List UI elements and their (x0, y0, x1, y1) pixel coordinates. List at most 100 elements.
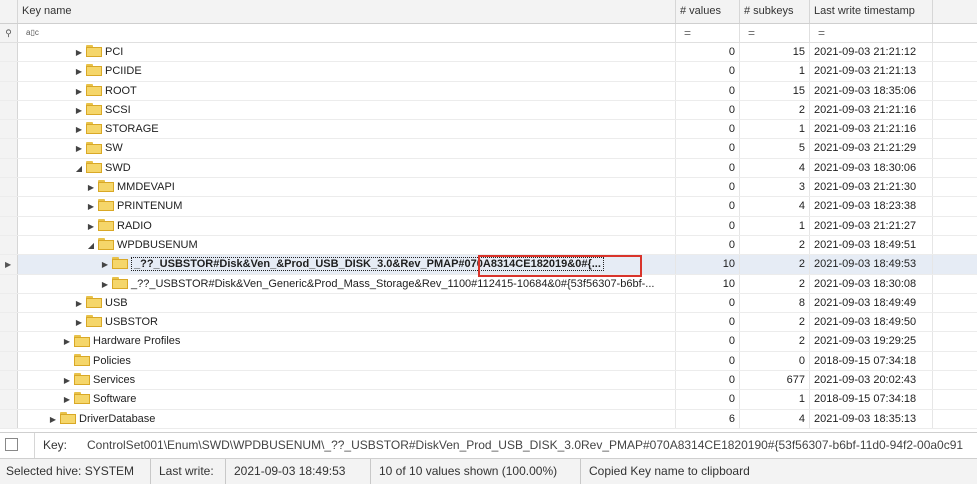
key-name-cell[interactable]: ▶ _??_USBSTOR#Disk&Ven_Generic&Prod_Mass_… (18, 274, 676, 293)
tree-row[interactable]: ▶ STORAGE 0 1 2021-09-03 21:21:16 (0, 120, 977, 140)
row-indicator (0, 313, 18, 332)
filter-values[interactable]: = (676, 24, 740, 42)
key-name-cell[interactable]: ▶ PCIIDE (18, 62, 676, 81)
tree-row[interactable]: ▶ USBSTOR 0 2 2021-09-03 18:49:50 (0, 313, 977, 333)
expand-arrow-icon[interactable]: ▶ (86, 217, 96, 235)
expand-arrow-icon[interactable]: ▶ (74, 43, 84, 61)
collapse-arrow-icon[interactable]: ◢ (86, 236, 96, 254)
key-checkbox[interactable] (5, 438, 18, 451)
tree-row[interactable]: ▶ Services 0 677 2021-09-03 20:02:43 (0, 371, 977, 391)
expand-arrow-icon[interactable]: ▶ (48, 410, 58, 428)
tree-row[interactable]: Policies 0 0 2018-09-15 07:34:18 (0, 351, 977, 372)
subkeys-cell: 1 (740, 390, 810, 409)
key-name-cell[interactable]: ▶ Hardware Profiles (18, 332, 676, 351)
key-name-cell[interactable]: ▶ USB (18, 293, 676, 313)
key-name-cell[interactable]: ▶ USBSTOR (18, 313, 676, 332)
expand-arrow-icon[interactable]: ▶ (74, 294, 84, 312)
key-name-cell[interactable]: ▶ Software (18, 390, 676, 409)
values-cell: 0 (676, 81, 740, 100)
folder-icon (98, 238, 114, 251)
key-name-cell[interactable]: ▶ SCSI (18, 100, 676, 120)
column-key-name[interactable]: Key name (18, 0, 676, 23)
column-values[interactable]: # values (676, 0, 740, 23)
subkeys-cell: 15 (740, 81, 810, 100)
key-name-cell[interactable]: ▶ RADIO (18, 216, 676, 235)
tree-row[interactable]: ▶ DriverDatabase 6 4 2021-09-03 18:35:13 (0, 409, 977, 429)
key-name-cell[interactable]: ▶ SW (18, 139, 676, 158)
expand-arrow-icon[interactable]: ▶ (86, 197, 96, 215)
folder-icon (86, 141, 102, 154)
subkeys-cell: 2 (740, 100, 810, 120)
column-timestamp[interactable]: Last write timestamp (810, 0, 933, 23)
key-path-value[interactable]: ControlSet001\Enum\SWD\WPDBUSENUM\_??_US… (87, 433, 963, 458)
key-name-cell[interactable]: ▶ DriverDatabase (18, 409, 676, 428)
expand-arrow-icon[interactable]: ▶ (74, 82, 84, 100)
key-name-cell[interactable]: ▶ ROOT (18, 81, 676, 100)
subkeys-cell: 4 (740, 409, 810, 428)
folder-icon (60, 411, 76, 424)
column-subkeys[interactable]: # subkeys (740, 0, 810, 23)
key-name-cell[interactable]: ◢ WPDBUSENUM (18, 235, 676, 255)
expand-arrow-icon[interactable]: ▶ (62, 390, 72, 408)
subkeys-cell: 3 (740, 178, 810, 197)
tree-row[interactable]: ▶ ROOT 0 15 2021-09-03 18:35:06 (0, 81, 977, 101)
values-cell: 0 (676, 139, 740, 158)
expand-arrow-icon[interactable]: ▶ (62, 371, 72, 389)
subkeys-cell: 1 (740, 120, 810, 139)
tree-row[interactable]: ▶ Software 0 1 2018-09-15 07:34:18 (0, 390, 977, 410)
tree-row[interactable]: ▶ MMDEVAPI 0 3 2021-09-03 21:21:30 (0, 178, 977, 198)
tree-row[interactable]: ▶ SW 0 5 2021-09-03 21:21:29 (0, 139, 977, 159)
filter-key-name[interactable] (18, 24, 676, 42)
expand-arrow-icon[interactable]: ▶ (100, 255, 110, 273)
filter-pin-icon[interactable]: ⚲ (0, 24, 18, 42)
key-name-cell[interactable]: Policies (18, 351, 676, 371)
tree-row[interactable]: ▶ PCI 0 15 2021-09-03 21:21:12 (0, 43, 977, 63)
filter-timestamp[interactable]: = (810, 24, 933, 42)
expand-arrow-icon[interactable]: ▶ (100, 275, 110, 293)
key-name-cell[interactable]: ◢ SWD (18, 158, 676, 178)
row-indicator (0, 43, 18, 62)
tree-row[interactable]: ▶ _??_USBSTOR#Disk&Ven_Generic&Prod_Mass_… (0, 274, 977, 294)
folder-icon (98, 180, 114, 193)
timestamp-cell: 2021-09-03 19:29:25 (810, 332, 933, 351)
tree-row[interactable]: ◢ WPDBUSENUM 0 2 2021-09-03 18:49:51 (0, 235, 977, 256)
values-cell: 0 (676, 197, 740, 216)
key-name-cell[interactable]: ▶ STORAGE (18, 120, 676, 139)
row-indicator (0, 332, 18, 351)
key-name-cell[interactable]: ▶ PCI (18, 43, 676, 62)
values-cell: 0 (676, 351, 740, 371)
tree-row[interactable]: ▶ USB 0 8 2021-09-03 18:49:49 (0, 293, 977, 314)
folder-icon (86, 102, 102, 115)
expand-arrow-icon[interactable]: ▶ (74, 101, 84, 119)
expand-arrow-icon[interactable]: ▶ (74, 139, 84, 157)
folder-icon (86, 45, 102, 58)
key-name-label: MMDEVAPI (117, 181, 175, 194)
subkeys-cell: 2 (740, 235, 810, 255)
filter-subkeys[interactable]: = (740, 24, 810, 42)
subkeys-cell: 2 (740, 332, 810, 351)
tree-row[interactable]: ▶ Hardware Profiles 0 2 2021-09-03 19:29:25 (0, 332, 977, 352)
key-name-label: PCIIDE (105, 65, 142, 78)
key-name-cell[interactable]: ▶ _??_USBSTOR#Disk&Ven_&Prod_USB_DISK_3.0… (18, 255, 676, 274)
key-name-label: ROOT (105, 84, 137, 97)
subkeys-cell: 1 (740, 62, 810, 81)
row-indicator (0, 235, 18, 255)
tree-row[interactable]: ▶ SCSI 0 2 2021-09-03 21:21:16 (0, 100, 977, 121)
expand-arrow-icon[interactable]: ▶ (74, 313, 84, 331)
tree-row[interactable]: ◢ SWD 0 4 2021-09-03 18:30:06 (0, 158, 977, 179)
expand-arrow-icon[interactable]: ▶ (74, 62, 84, 80)
collapse-arrow-icon[interactable]: ◢ (74, 159, 84, 177)
timestamp-cell: 2018-09-15 07:34:18 (810, 390, 933, 409)
expand-arrow-icon[interactable]: ▶ (86, 178, 96, 196)
timestamp-cell: 2018-09-15 07:34:18 (810, 351, 933, 371)
tree-row[interactable]: ▶ ▶ _??_USBSTOR#Disk&Ven_&Prod_USB_DISK_3.… (0, 255, 977, 275)
key-name-cell[interactable]: ▶ Services (18, 371, 676, 390)
tree-row[interactable]: ▶ PCIIDE 0 1 2021-09-03 21:21:13 (0, 62, 977, 82)
status-hive: Selected hive: SYSTEM (6, 464, 135, 478)
key-name-cell[interactable]: ▶ PRINTENUM (18, 197, 676, 216)
tree-row[interactable]: ▶ RADIO 0 1 2021-09-03 21:21:27 (0, 216, 977, 236)
expand-arrow-icon[interactable]: ▶ (62, 332, 72, 350)
expand-arrow-icon[interactable]: ▶ (74, 120, 84, 138)
tree-row[interactable]: ▶ PRINTENUM 0 4 2021-09-03 18:23:38 (0, 197, 977, 217)
key-name-cell[interactable]: ▶ MMDEVAPI (18, 178, 676, 197)
